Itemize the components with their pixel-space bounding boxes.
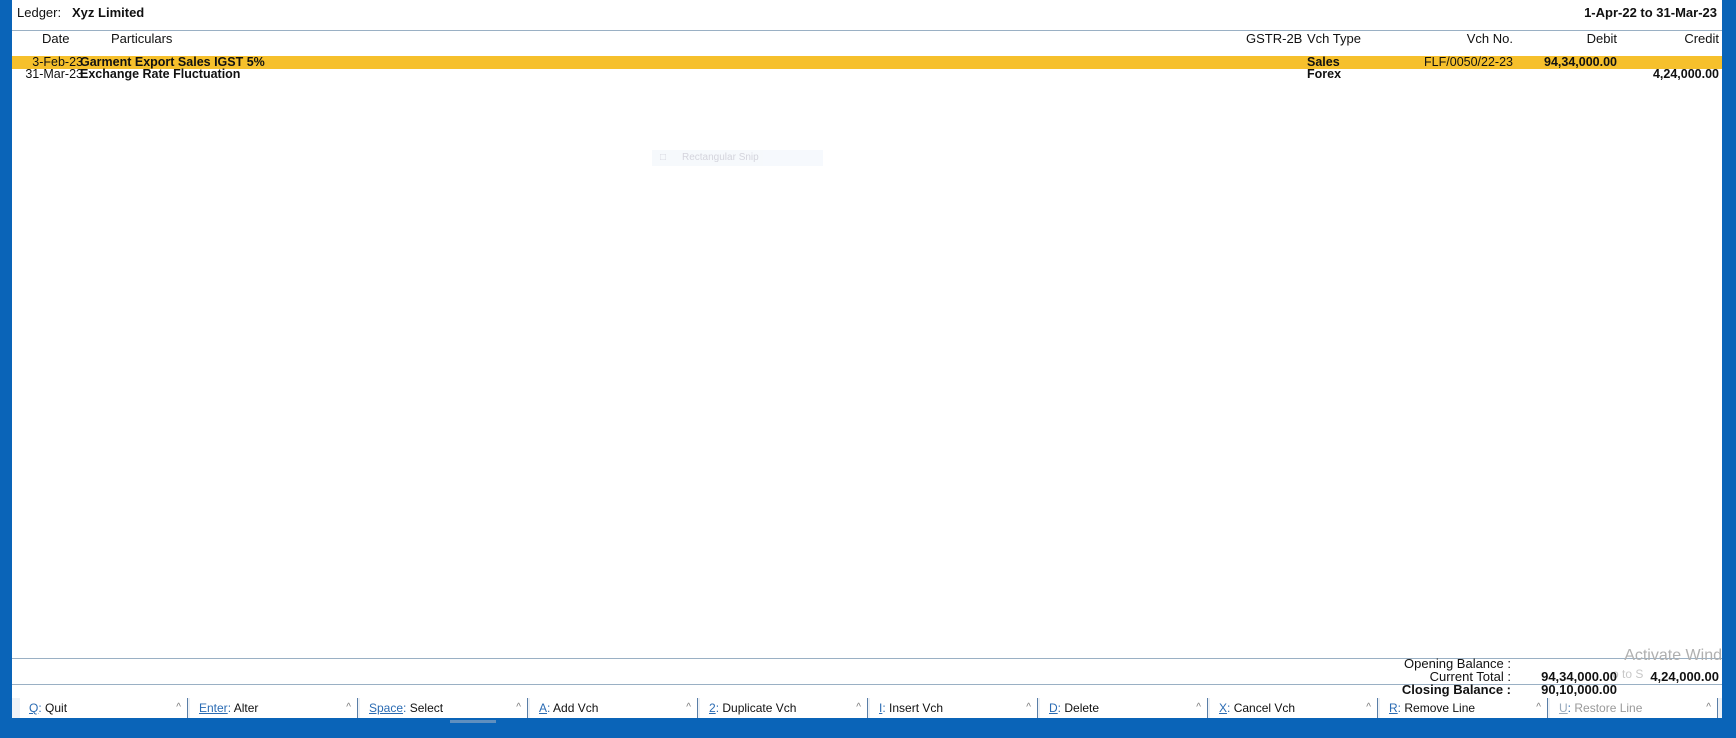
window-bottom-frame — [0, 718, 1736, 738]
restore-line-key: U — [1559, 701, 1568, 715]
col-header-particulars: Particulars — [111, 31, 173, 46]
quit-key: Q — [29, 701, 39, 715]
row-date: 31-Mar-23 — [25, 67, 83, 81]
snip-icon: □ — [660, 152, 667, 163]
ledger-label: Ledger: — [17, 5, 62, 20]
caret-up-icon: ^ — [686, 702, 691, 713]
delete-key: D — [1049, 701, 1058, 715]
col-header-gstr-2b: GSTR-2B — [1246, 31, 1303, 46]
caret-up-icon: ^ — [1196, 702, 1201, 713]
alter-label: Alter — [233, 701, 259, 715]
col-header-vch-type: Vch Type — [1307, 31, 1361, 46]
col-header-credit: Credit — [1684, 31, 1719, 46]
rectangular-snip-overlay: □ Rectangular Snip — [652, 150, 823, 166]
delete-button[interactable]: D: Delete ^ — [1040, 698, 1208, 718]
restore-line-button[interactable]: U: Restore Line ^ — [1550, 698, 1718, 718]
caret-up-icon: ^ — [1026, 702, 1031, 713]
cancel-vch-key: X — [1219, 701, 1228, 715]
closing-balance-debit: 90,10,000.00 — [1541, 682, 1617, 697]
add-vch-label: Add Vch — [553, 701, 599, 715]
scroll-indicator — [450, 720, 496, 723]
caret-up-icon: ^ — [1366, 702, 1371, 713]
row-debit: 94,34,000.00 — [1544, 55, 1617, 69]
col-header-date: Date — [42, 31, 70, 46]
duplicate-vch-label: Duplicate Vch — [722, 701, 797, 715]
caret-up-icon: ^ — [176, 702, 181, 713]
insert-vch-button[interactable]: I: Insert Vch ^ — [870, 698, 1038, 718]
activate-windows-watermark: Activate Wind — [1624, 647, 1722, 664]
table-row[interactable]: 31-Mar-23 Exchange Rate Fluctuation Fore… — [12, 67, 1722, 81]
row-credit: 4,24,000.00 — [1652, 67, 1719, 81]
duplicate-vch-button[interactable]: 2: Duplicate Vch ^ — [700, 698, 868, 718]
period-range[interactable]: 1-Apr-22 to 31-Mar-23 — [1584, 5, 1717, 20]
quit-label: Quit — [45, 701, 68, 715]
ledger-window: Ledger: Xyz Limited 1-Apr-22 to 31-Mar-2… — [12, 0, 1722, 718]
col-header-debit: Debit — [1586, 31, 1617, 46]
current-total-credit: 4,24,000.00 — [1650, 669, 1719, 684]
remove-line-button[interactable]: R: Remove Line ^ — [1380, 698, 1548, 718]
select-button[interactable]: Space: Select ^ — [360, 698, 528, 718]
cancel-vch-label: Cancel Vch — [1233, 701, 1296, 715]
select-label: Select — [409, 701, 444, 715]
caret-up-icon: ^ — [346, 702, 351, 713]
cancel-vch-button[interactable]: X: Cancel Vch ^ — [1210, 698, 1378, 718]
caret-up-icon: ^ — [856, 702, 861, 713]
col-header-vch-no: Vch No. — [1466, 31, 1513, 46]
ledger-name: Xyz Limited — [72, 5, 145, 20]
delete-label: Delete — [1064, 701, 1100, 715]
row-particulars: Exchange Rate Fluctuation — [80, 67, 241, 81]
closing-balance-label: Closing Balance : — [1401, 682, 1511, 697]
insert-vch-label: Insert Vch — [889, 701, 944, 715]
caret-up-icon: ^ — [1706, 702, 1711, 713]
restore-line-label: Restore Line — [1574, 701, 1643, 715]
remove-line-key: R — [1389, 701, 1398, 715]
caret-up-icon: ^ — [516, 702, 521, 713]
duplicate-vch-key: 2 — [709, 701, 716, 715]
row-vch-no: FLF/0050/22-23 — [1424, 55, 1513, 69]
quit-button[interactable]: Q: Quit ^ — [20, 698, 188, 718]
add-vch-key: A — [539, 701, 548, 715]
header-separator — [12, 30, 1722, 31]
alter-button[interactable]: Enter: Alter ^ — [190, 698, 358, 718]
alter-key: Enter — [199, 701, 228, 715]
remove-line-label: Remove Line — [1404, 701, 1476, 715]
button-bar: Q: Quit ^ Enter: Alter ^ Space: Select ^ A:… — [12, 698, 1722, 718]
insert-vch-key: I — [879, 701, 883, 715]
row-vch-type: Forex — [1307, 67, 1342, 81]
snip-label: Rectangular Snip — [682, 152, 759, 163]
caret-up-icon: ^ — [1536, 702, 1541, 713]
add-vch-button[interactable]: A: Add Vch ^ — [530, 698, 698, 718]
select-key: Space — [369, 701, 404, 715]
